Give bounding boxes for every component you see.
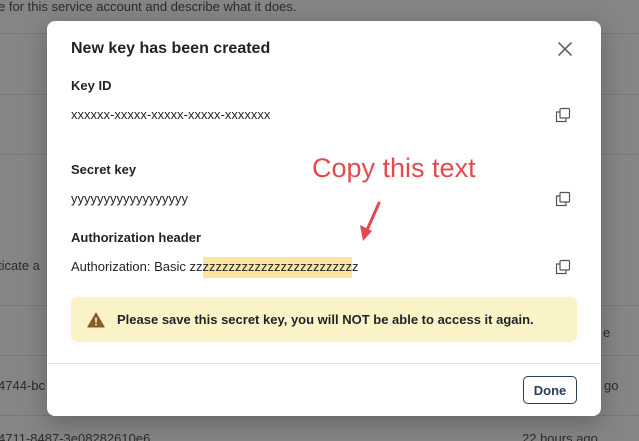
copy-authorization-header-button[interactable] bbox=[555, 259, 571, 275]
key-id-value: xxxxxx-xxxxx-xxxxx-xxxxx-xxxxxxx bbox=[71, 107, 271, 122]
key-id-label: Key ID bbox=[71, 78, 112, 93]
done-button[interactable]: Done bbox=[523, 376, 577, 404]
copy-icon bbox=[555, 191, 571, 207]
highlighted-token-text: zzzzzzzzzzzzzzzzzzzzzzz bbox=[202, 257, 353, 278]
copy-key-id-button[interactable] bbox=[555, 107, 571, 123]
authorization-header-suffix: z bbox=[352, 259, 359, 274]
warning-message: Please save this secret key, you will NO… bbox=[117, 312, 534, 327]
copy-secret-key-button[interactable] bbox=[555, 191, 571, 207]
copy-icon bbox=[555, 259, 571, 275]
copy-instruction-annotation: Copy this text bbox=[312, 153, 476, 183]
close-icon bbox=[558, 42, 572, 56]
new-key-dialog: New key has been created Key ID xxxxxx-x… bbox=[47, 21, 601, 416]
warning-banner: Please save this secret key, you will NO… bbox=[71, 297, 577, 342]
copy-icon bbox=[555, 107, 571, 123]
authorization-header-value: Authorization: Basic zzzzzzzzzzzzzzzzzzz… bbox=[71, 257, 359, 278]
dialog-footer-divider bbox=[47, 363, 601, 364]
dialog-title: New key has been created bbox=[71, 40, 271, 57]
warning-triangle-icon bbox=[87, 312, 105, 328]
close-button[interactable] bbox=[555, 39, 575, 59]
annotation-arrow-icon bbox=[360, 201, 381, 241]
authorization-header-label: Authorization header bbox=[71, 230, 202, 245]
secret-key-value: yyyyyyyyyyyyyyyyyy bbox=[71, 191, 188, 206]
authorization-header-prefix: Authorization: Basic zz bbox=[71, 259, 203, 274]
secret-key-label: Secret key bbox=[71, 162, 137, 177]
